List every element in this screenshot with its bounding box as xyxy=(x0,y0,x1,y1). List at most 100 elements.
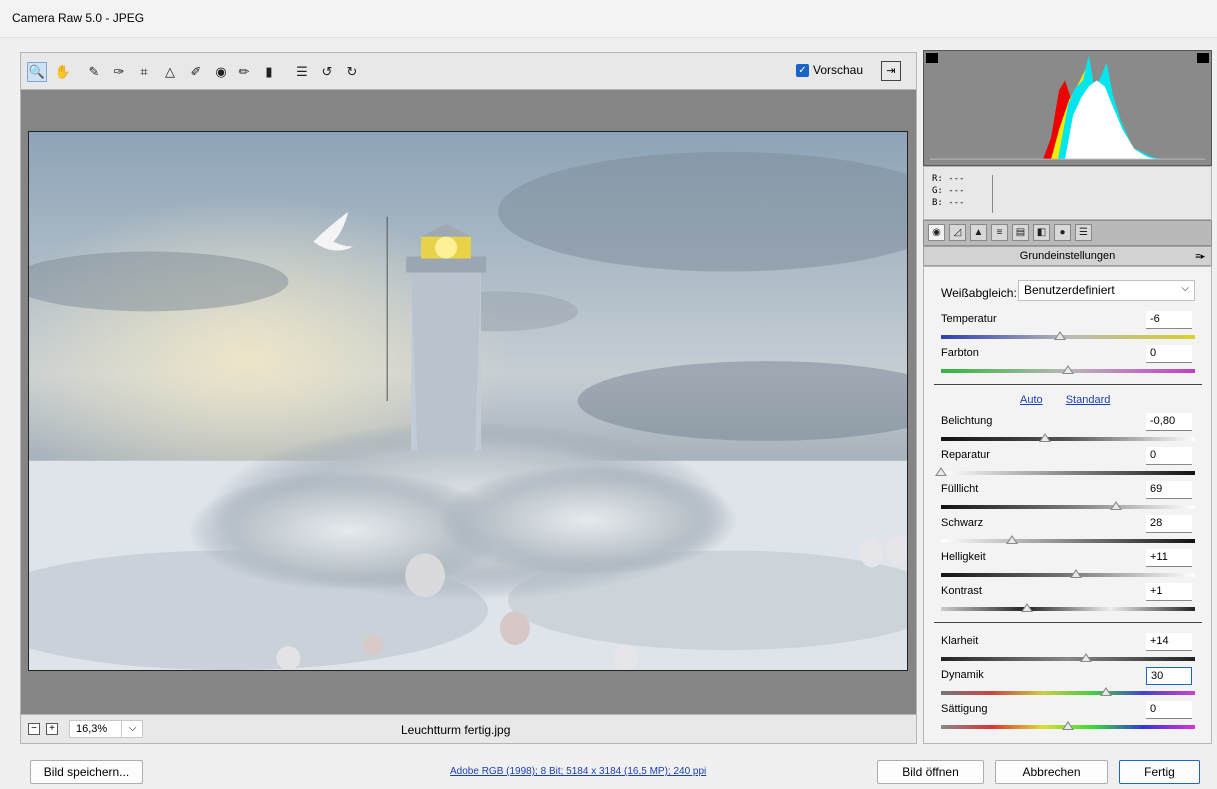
slider-track[interactable] xyxy=(941,607,1195,611)
image-canvas[interactable] xyxy=(20,90,917,714)
tab-lens-correction-icon[interactable]: ◧ xyxy=(1033,224,1050,241)
preview-label: Vorschau xyxy=(813,63,864,77)
graduated-filter-icon[interactable]: ▮ xyxy=(259,62,279,82)
slider-value-field[interactable]: +1 xyxy=(1146,583,1192,601)
auto-standard-links: Auto Standard xyxy=(1020,394,1130,406)
slider-label: Klarheit xyxy=(941,635,979,647)
preview-image[interactable] xyxy=(28,131,908,671)
slider-thumb[interactable] xyxy=(1110,501,1123,510)
red-eye-tool-icon[interactable]: ◉ xyxy=(211,62,231,82)
adjustment-brush-icon[interactable]: ✏ xyxy=(234,62,254,82)
slider-value-field[interactable]: +14 xyxy=(1146,633,1192,651)
slider-label: Farbton xyxy=(941,347,979,359)
slider-belichtung: Belichtung -0,80 xyxy=(924,413,1213,447)
spot-removal-tool-icon[interactable]: ✐ xyxy=(186,62,206,82)
slider-track[interactable] xyxy=(941,657,1195,661)
crop-tool-icon[interactable]: ⌗ xyxy=(134,62,154,82)
fullscreen-toggle-icon[interactable]: ⇥ xyxy=(881,61,901,81)
tab-tone-curve-icon[interactable]: ◿ xyxy=(949,224,966,241)
tab-camera-calibration-icon[interactable]: ● xyxy=(1054,224,1071,241)
slider-thumb[interactable] xyxy=(935,467,947,476)
section-title: Grundeinstellungen xyxy=(1019,250,1116,262)
slider-thumb[interactable] xyxy=(1100,687,1113,696)
slider-track[interactable] xyxy=(941,437,1195,441)
workflow-options-link[interactable]: Adobe RGB (1998); 8 Bit; 5184 x 3184 (16… xyxy=(450,766,706,777)
slider-value-field[interactable]: -0,80 xyxy=(1146,413,1192,431)
slider-thumb[interactable] xyxy=(1062,721,1074,730)
slider-value-field[interactable]: +11 xyxy=(1146,549,1192,567)
highlight-clipping-icon[interactable] xyxy=(1197,53,1209,63)
section-divider xyxy=(934,622,1202,623)
title-bar: Camera Raw 5.0 - JPEG xyxy=(0,0,1217,38)
done-button[interactable]: Fertig xyxy=(1119,760,1200,784)
zoom-out-icon[interactable]: − xyxy=(28,723,40,735)
slider-label: Dynamik xyxy=(941,669,984,681)
rgb-readout: R: --- G: --- B: --- xyxy=(923,166,1212,220)
checkmark-icon: ✓ xyxy=(796,63,809,77)
status-bar: − + 16,3% ⌵ Leuchtturm fertig.jpg xyxy=(20,714,917,744)
tab-hsl-icon[interactable]: ≡ xyxy=(991,224,1008,241)
slider-schwarz: Schwarz 28 xyxy=(924,515,1213,549)
color-sampler-tool-icon[interactable]: ✑ xyxy=(109,62,129,82)
slider-label: Kontrast xyxy=(941,585,982,597)
slider-value-field[interactable]: -6 xyxy=(1146,311,1192,329)
slider-thumb[interactable] xyxy=(1039,433,1052,442)
tab-detail-icon[interactable]: ▲ xyxy=(970,224,987,241)
zoom-dropdown-icon[interactable]: ⌵ xyxy=(121,720,143,738)
slider-track[interactable] xyxy=(941,539,1195,543)
tab-split-toning-icon[interactable]: ▤ xyxy=(1012,224,1029,241)
tab-presets-icon[interactable]: ☰ xyxy=(1075,224,1092,241)
slider-kontrast: Kontrast +1 xyxy=(924,583,1213,617)
slider-thumb[interactable] xyxy=(1062,365,1074,374)
slider-label: Fülllicht xyxy=(941,483,979,495)
slider-value-field[interactable]: 30 xyxy=(1146,667,1192,685)
slider-value-field[interactable]: 0 xyxy=(1146,345,1192,363)
auto-link[interactable]: Auto xyxy=(1020,394,1043,406)
slider-thumb[interactable] xyxy=(1006,535,1019,544)
open-image-button[interactable]: Bild öffnen xyxy=(877,760,984,784)
slider-label: Temperatur xyxy=(941,313,997,325)
slider-value-field[interactable]: 28 xyxy=(1146,515,1192,533)
slider-thumb[interactable] xyxy=(1054,331,1067,340)
save-image-button[interactable]: Bild speichern... xyxy=(30,760,143,784)
white-balance-select[interactable]: Benutzerdefiniert ⌵ xyxy=(1018,280,1195,301)
slider-label: Reparatur xyxy=(941,449,990,461)
white-balance-tool-icon[interactable]: ✎ xyxy=(84,62,104,82)
section-divider xyxy=(934,384,1202,385)
slider-label: Helligkeit xyxy=(941,551,986,563)
zoom-tool-icon[interactable]: 🔍 xyxy=(27,62,47,82)
slider-track[interactable] xyxy=(941,471,1195,475)
histogram xyxy=(923,50,1212,166)
hand-tool-icon[interactable]: ✋ xyxy=(53,62,73,82)
slider-dynamik: Dynamik 30 xyxy=(924,667,1213,701)
rotate-left-icon[interactable]: ↺ xyxy=(317,62,337,82)
slider-track[interactable] xyxy=(941,505,1195,509)
preview-checkbox[interactable]: ✓ Vorschau xyxy=(796,63,863,77)
histogram-graph xyxy=(929,54,1206,160)
slider-reparatur: Reparatur 0 xyxy=(924,447,1213,481)
chevron-down-icon: ⌵ xyxy=(1181,283,1189,294)
toolbar: 🔍 ✋ ✎ ✑ ⌗ △ ✐ ◉ ✏ ▮ ☰ ↺ ↻ ✓ Vorschau ⇥ xyxy=(20,52,917,90)
slider-value-field[interactable]: 0 xyxy=(1146,447,1192,465)
rotate-right-icon[interactable]: ↻ xyxy=(342,62,362,82)
cancel-button[interactable]: Abbrechen xyxy=(995,760,1108,784)
slider-track[interactable] xyxy=(941,691,1195,695)
slider-thumb[interactable] xyxy=(1079,653,1092,662)
readout-divider xyxy=(992,175,993,213)
straighten-tool-icon[interactable]: △ xyxy=(160,62,180,82)
standard-link[interactable]: Standard xyxy=(1066,394,1111,406)
zoom-in-icon[interactable]: + xyxy=(46,723,58,735)
slider-value-field[interactable]: 69 xyxy=(1146,481,1192,499)
shadow-clipping-icon[interactable] xyxy=(926,53,938,63)
tab-basic-icon[interactable]: ◉ xyxy=(928,224,945,241)
slider-thumb[interactable] xyxy=(1021,603,1034,612)
slider-track[interactable] xyxy=(941,573,1195,577)
preferences-icon[interactable]: ☰ xyxy=(292,62,312,82)
slider-track[interactable] xyxy=(941,335,1195,339)
slider-saettigung: Sättigung 0 xyxy=(924,701,1213,735)
slider-temperatur: Temperatur -6 xyxy=(924,311,1213,345)
blue-value: B: --- xyxy=(932,198,965,208)
slider-thumb[interactable] xyxy=(1069,569,1082,578)
slider-value-field[interactable]: 0 xyxy=(1146,701,1192,719)
panel-menu-icon[interactable]: ≡▸ xyxy=(1195,247,1205,265)
